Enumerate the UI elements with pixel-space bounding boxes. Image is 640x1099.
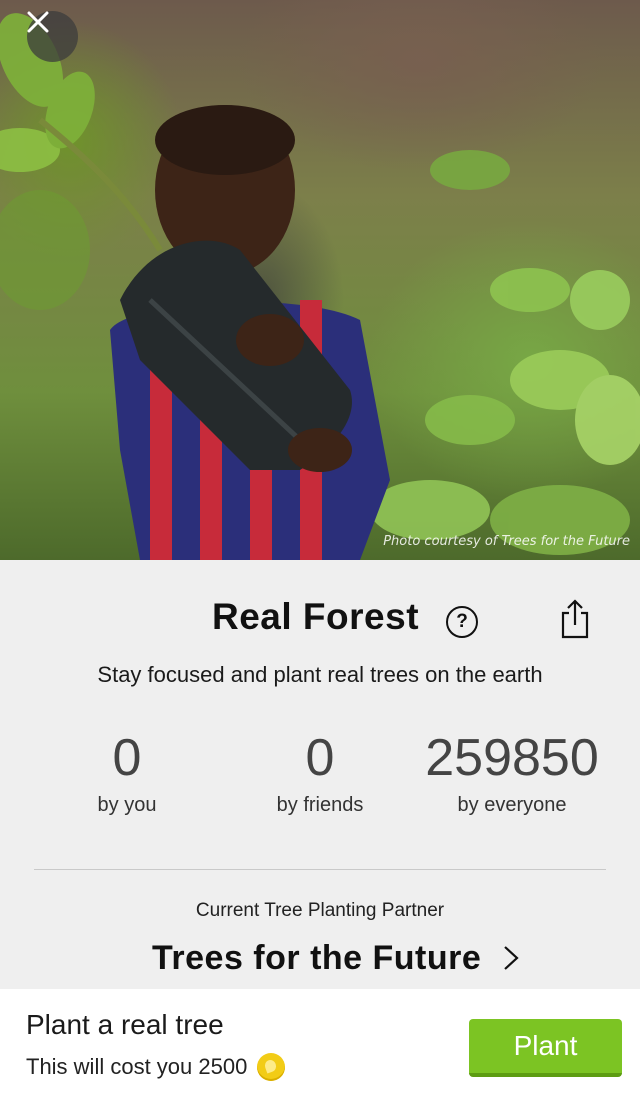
close-icon: [27, 11, 49, 33]
partner-caption: Current Tree Planting Partner: [195, 900, 445, 921]
footer-title: Plant a real tree: [26, 1009, 224, 1040]
partner-link[interactable]: Trees for the Future: [152, 935, 519, 981]
stat-value: 0: [112, 729, 142, 787]
footer-cost: This will cost you 2500: [26, 1053, 286, 1081]
chevron-right-icon: [504, 946, 519, 970]
stat-value: 259850: [425, 729, 599, 787]
cost-text: This will cost you 2500: [26, 1054, 248, 1079]
page-title: Real Forest: [212, 596, 420, 637]
hero-photo: Photo courtesy of Trees for the Future: [0, 0, 640, 560]
share-icon: [561, 599, 589, 639]
child-hand-lower: [288, 428, 352, 472]
stat-by-you: 0 by you: [22, 728, 232, 817]
stat-label: by everyone: [457, 794, 567, 816]
divider: [34, 869, 606, 870]
plant-button[interactable]: Plant: [469, 1019, 622, 1077]
header: Real Forest ?: [0, 596, 640, 650]
close-button[interactable]: [27, 11, 78, 62]
coin-icon: [257, 1053, 286, 1081]
hero-illustration: [0, 13, 640, 560]
stat-value: 0: [305, 729, 335, 787]
subtitle: Stay focused and plant real trees on the…: [97, 662, 543, 687]
footer-bar: Plant a real tree This will cost you 250…: [0, 989, 640, 1099]
stat-by-everyone: 259850 by everyone: [407, 728, 617, 817]
stat-by-friends: 0 by friends: [215, 728, 425, 817]
share-button[interactable]: [559, 599, 591, 643]
child-hand: [236, 314, 304, 366]
leaves-right: [370, 150, 640, 555]
partner-name: Trees for the Future: [152, 938, 482, 977]
stat-label: by you: [97, 794, 157, 816]
photo-credit: Photo courtesy of Trees for the Future: [383, 534, 630, 549]
stat-label: by friends: [276, 794, 364, 816]
question-circle-icon[interactable]: ?: [446, 606, 478, 638]
